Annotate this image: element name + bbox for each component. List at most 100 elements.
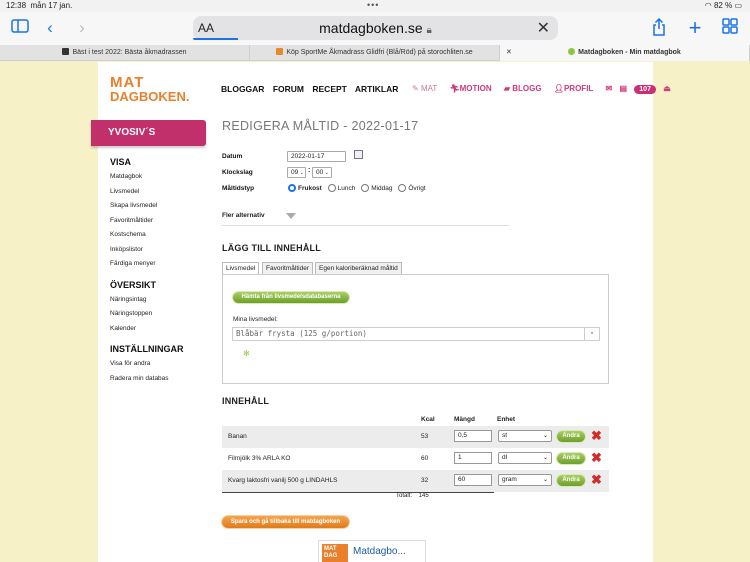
message-count-badge[interactable]: 107 xyxy=(634,85,656,94)
radio-middag[interactable]: Middag xyxy=(361,184,393,192)
nav-artiklar[interactable]: ARTIKLAR xyxy=(355,84,398,94)
nav-bloggar[interactable]: BLOGGAR xyxy=(221,84,264,94)
sidebar-item-naringsintag[interactable]: Näringsintag xyxy=(110,293,210,308)
tab-label: Köp SportMe Åkmadrass Glidfri (Blå/Röd) … xyxy=(286,49,473,56)
sidebar-item-naringstoppen[interactable]: Näringstoppen xyxy=(110,307,210,322)
clear-url-icon[interactable]: ✕ xyxy=(537,18,550,38)
total-divider xyxy=(222,492,494,493)
nav-profil-label: PROFIL xyxy=(563,84,594,93)
add-content-heading: LÄGG TILL INNEHÅLL xyxy=(222,243,321,253)
radio-icon xyxy=(398,184,407,192)
sidebar-item-kalender[interactable]: Kalender xyxy=(110,322,210,337)
radio-lunch[interactable]: Lunch xyxy=(327,184,356,192)
save-and-return-button[interactable]: Spara och gå tillbaka till matdagboken xyxy=(222,516,349,528)
tab-3-active[interactable]: ✕ Matdagboken - Min matdagbok xyxy=(500,45,750,61)
sidebar-item-livsmedel[interactable]: Livsmedel xyxy=(110,185,210,200)
delete-icon[interactable]: ✖ xyxy=(591,451,602,464)
new-tab-icon[interactable]: + xyxy=(686,17,704,39)
status-date: mån 17 jan. xyxy=(30,1,73,10)
unit-select[interactable]: gram ⌄ xyxy=(498,474,552,486)
nav-motion[interactable]: 🏃︎MOTION xyxy=(449,84,496,93)
delete-icon[interactable]: ✖ xyxy=(591,429,602,442)
total-label: Totalt: xyxy=(396,493,413,499)
forward-icon[interactable]: › xyxy=(74,18,90,38)
sidebar-item-visa-for-andra[interactable]: Visa för andra xyxy=(110,357,210,372)
table-row: Kvarg laktosfri vanilj 500 g LINDAHLS 32… xyxy=(222,470,609,492)
sidebar-toggle-icon[interactable] xyxy=(10,18,30,38)
address-bar[interactable]: AA matdagboken.se 🔒︎ ✕ xyxy=(193,16,558,40)
nav-forum[interactable]: FORUM xyxy=(273,84,304,94)
sidebar-item-radera-databas[interactable]: Radera min databas xyxy=(110,372,210,387)
change-button[interactable]: Ändra xyxy=(557,453,585,464)
maltidstyp-label: Måltidstyp xyxy=(222,185,255,192)
unit-select[interactable]: st ⌄ xyxy=(498,430,552,442)
tab-favicon-icon xyxy=(62,48,70,55)
more-options-toggle[interactable]: Fler alternativ xyxy=(222,212,265,219)
sidebar-item-skapa-livsmedel[interactable]: Skapa livsmedel xyxy=(110,199,210,214)
back-icon[interactable]: ‹ xyxy=(42,18,58,38)
tab-overview-icon[interactable] xyxy=(721,18,739,38)
quantity-input[interactable]: 60 xyxy=(454,474,492,486)
radio-label: Lunch xyxy=(337,185,356,192)
nav-mat-label: MAT xyxy=(420,84,438,93)
page-title: REDIGERA MÅLTID - 2022-01-17 xyxy=(222,119,419,133)
page-content: MAT DAGBOKEN. BLOGGAR FORUM RECEPT ARTIK… xyxy=(91,62,671,562)
food-name: Kvarg laktosfri vanilj 500 g LINDAHLS xyxy=(228,477,338,484)
time-separator: : xyxy=(308,167,311,174)
battery-icon: ▭ xyxy=(734,1,742,10)
logout-icon[interactable]: ⏏ xyxy=(663,84,671,93)
site-logo[interactable]: MAT DAGBOKEN. xyxy=(110,74,190,104)
notes-icon[interactable]: ▤ xyxy=(619,84,627,93)
nav-mat[interactable]: ✎ MAT xyxy=(412,84,442,93)
url-domain: matdagboken.se xyxy=(319,20,423,36)
quantity-input[interactable]: 0,5 xyxy=(454,430,492,442)
tab-2[interactable]: Köp SportMe Åkmadrass Glidfri (Blå/Röd) … xyxy=(250,45,500,61)
change-button[interactable]: Ändra xyxy=(557,475,585,486)
unit-select[interactable]: dl ⌄ xyxy=(498,452,552,464)
radio-ovrigt[interactable]: Övrigt xyxy=(398,184,426,192)
expand-triangle-icon[interactable] xyxy=(286,213,296,219)
promo-card[interactable]: MAT DAG Matdagbo... xyxy=(318,540,426,562)
radio-icon xyxy=(327,184,336,192)
fetch-database-button[interactable]: Hämta från livsmedelsdatabaserna xyxy=(233,292,349,303)
sidebar-heading-visa: VISA xyxy=(110,157,132,167)
quantity-input[interactable]: 1 xyxy=(454,452,492,464)
calendar-icon[interactable] xyxy=(354,150,363,159)
date-input[interactable]: 2022-01-17 xyxy=(287,151,346,162)
share-icon[interactable] xyxy=(650,17,668,38)
add-content-panel: Hämta från livsmedelsdatabaserna Mina li… xyxy=(222,274,609,384)
logo-line2: DAGBOKEN. xyxy=(110,89,190,104)
top-nav: BLOGGAR FORUM RECEPT ARTIKLAR xyxy=(221,84,404,94)
nav-blogg[interactable]: ▰ BLOGG xyxy=(504,84,547,93)
multitasking-dots-icon[interactable]: ••• xyxy=(367,0,379,10)
user-nav: ✎ MAT 🏃︎MOTION ▰ BLOGG 👤︎PROFIL ✉ ▤ 107 … xyxy=(412,84,676,94)
nav-recept[interactable]: RECEPT xyxy=(312,84,346,94)
tab-label: Matdagboken - Min matdagbok xyxy=(578,49,681,56)
radio-frukost[interactable]: Frukost xyxy=(288,184,322,192)
battery-percent: 82 % xyxy=(713,1,733,10)
radio-label: Frukost xyxy=(298,185,322,192)
sidebar-item-inkopslistor[interactable]: Inköpslistor xyxy=(110,243,210,258)
sidebar-item-fardiga-menyer[interactable]: Färdiga menyer xyxy=(110,257,210,272)
sidebar-item-kostschema[interactable]: Kostschema xyxy=(110,228,210,243)
mail-icon[interactable]: ✉ xyxy=(606,84,613,93)
sidebar-item-matdagbok[interactable]: Matdagbok xyxy=(110,170,210,185)
delete-icon[interactable]: ✖ xyxy=(591,473,602,486)
url-text: matdagboken.se 🔒︎ xyxy=(193,20,558,36)
unit-value: dl xyxy=(502,454,508,461)
my-foods-select[interactable]: Blåbär frysta (125 g/portion) ▾ xyxy=(232,327,600,341)
status-right: ◠ 82 % ▭ xyxy=(705,1,742,10)
hour-select[interactable]: 09 ⌄ xyxy=(287,167,306,178)
table-row: Filmjölk 3% ARLA KO 60 1 dl ⌄ Ändra ✖ xyxy=(222,448,609,470)
nav-profil[interactable]: 👤︎PROFIL xyxy=(554,84,599,93)
close-tab-icon[interactable]: ✕ xyxy=(506,45,512,61)
change-button[interactable]: Ändra xyxy=(557,431,585,442)
chevron-down-icon: ⌄ xyxy=(298,170,304,176)
logo-line1: MAT xyxy=(110,74,145,91)
total-row: Totalt: 145 xyxy=(396,493,429,499)
minute-select[interactable]: 00 ⌄ xyxy=(312,167,332,178)
tab-1[interactable]: Bäst i test 2022: Bästa åkmadrassen xyxy=(0,45,250,61)
klockslag-label: Klockslag xyxy=(222,169,253,176)
food-name: Banan xyxy=(228,433,247,440)
sidebar-item-favoritmaltider[interactable]: Favoritmåltider xyxy=(110,214,210,229)
